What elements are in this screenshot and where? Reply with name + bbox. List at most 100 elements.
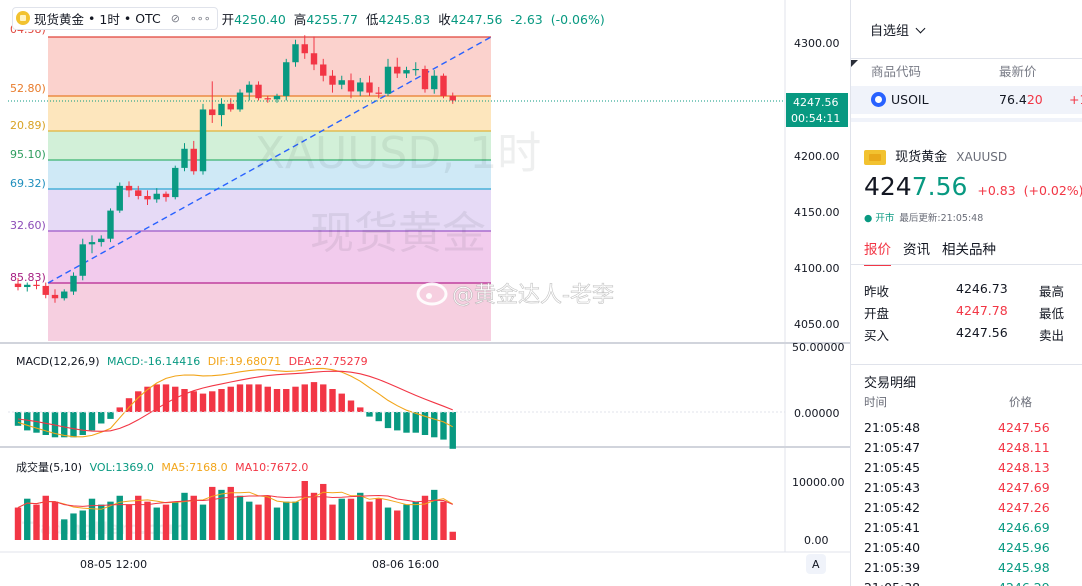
macd-bar bbox=[283, 389, 290, 412]
trade-row: 21:05:42 4247.26 bbox=[864, 500, 1082, 520]
macd-bar bbox=[449, 412, 456, 449]
detail-tabs: 报价 资讯 相关品种 bbox=[864, 238, 996, 266]
trade-time: 21:05:38 bbox=[864, 580, 920, 586]
trade-price: 4247.26 bbox=[998, 500, 1050, 515]
stat-label: 开盘 bbox=[864, 306, 890, 321]
volume-bar bbox=[61, 519, 68, 540]
symbol-pill[interactable]: 现货黄金 • 1时 • OTC ⊘ ∘∘∘ bbox=[12, 6, 218, 30]
macd-bar bbox=[329, 389, 336, 412]
volume-bar bbox=[70, 513, 77, 540]
trades-title: 交易明细 bbox=[864, 376, 917, 391]
dea-label: DEA: bbox=[288, 355, 316, 368]
macd-label: MACD: bbox=[107, 355, 144, 368]
trades-col-time: 时间 bbox=[864, 395, 887, 409]
volume-bar bbox=[135, 495, 142, 540]
macd-bar bbox=[412, 412, 419, 433]
macd-bar bbox=[190, 391, 197, 412]
trades-col-price: 价格 bbox=[1009, 395, 1032, 409]
chart-area[interactable]: 04.58) 52.80) 20.89) 95.10) 69.32) 32.60… bbox=[0, 0, 850, 586]
legend-sep: • bbox=[123, 10, 132, 26]
tab-related[interactable]: 相关品种 bbox=[942, 238, 996, 266]
detail-name[interactable]: 现货黄金 bbox=[895, 150, 947, 165]
col-price[interactable]: 最新价 bbox=[999, 61, 1037, 80]
macd-bar bbox=[162, 384, 170, 412]
auto-scale-label[interactable]: A bbox=[812, 558, 820, 571]
tab-quote[interactable]: 报价 bbox=[864, 238, 891, 266]
macd-bar bbox=[366, 412, 373, 417]
collapse-corner-icon[interactable] bbox=[851, 60, 858, 67]
candle bbox=[236, 89, 244, 112]
trade-row: 21:05:45 4248.13 bbox=[864, 460, 1082, 480]
macd-bar bbox=[88, 412, 96, 431]
detail-code: XAUUSD bbox=[956, 150, 1008, 164]
volume-bar bbox=[338, 498, 345, 540]
trade-price: 4247.69 bbox=[998, 480, 1050, 495]
low-label: 低 bbox=[366, 11, 379, 27]
macd-bar bbox=[320, 384, 327, 412]
candle bbox=[70, 272, 77, 295]
col-symbol[interactable]: 商品代码 bbox=[871, 61, 921, 80]
watch-change: +1 bbox=[1069, 92, 1082, 107]
market-status: ● 开市 最后更新:21:05:48 bbox=[864, 210, 983, 224]
candle bbox=[283, 58, 290, 101]
macd-bar bbox=[375, 412, 382, 422]
high-value: 4255.77 bbox=[306, 11, 359, 27]
watch-price-main: 76.4 bbox=[999, 92, 1027, 107]
more-options-icon[interactable]: ∘∘∘ bbox=[190, 12, 211, 25]
volume-bar bbox=[394, 510, 401, 540]
volume-legend: 成交量(5,10) VOL:1369.0 MA5:7168.0 MA10:767… bbox=[16, 459, 308, 475]
trades-list[interactable]: 21:05:48 4247.56 21:05:47 4248.11 21:05:45 42… bbox=[864, 420, 1082, 586]
volume-bar bbox=[310, 492, 318, 540]
chart-canvas[interactable]: 04.58) 52.80) 20.89) 95.10) 69.32) 32.60… bbox=[0, 0, 850, 586]
candle bbox=[116, 182, 123, 213]
macd-bar bbox=[98, 412, 105, 424]
candle bbox=[421, 65, 429, 93]
fib-label-5: 69.32) bbox=[10, 177, 46, 190]
trade-row: 21:05:38 4246.29 bbox=[864, 580, 1082, 586]
volume-title[interactable]: 成交量(5,10) bbox=[16, 461, 82, 474]
watermark-symbol: XAUUSD, 1时 bbox=[255, 128, 541, 179]
symbol-name[interactable]: 现货黄金 bbox=[34, 9, 84, 28]
trade-time: 21:05:39 bbox=[864, 560, 921, 575]
macd-bar bbox=[218, 389, 225, 412]
macd-bar bbox=[199, 393, 207, 412]
macd-title[interactable]: MACD(12,26,9) bbox=[16, 355, 100, 368]
macd-bar bbox=[292, 386, 299, 412]
ma10-value: 7672.0 bbox=[269, 461, 309, 474]
volume-bar bbox=[209, 486, 216, 540]
chevron-down-icon[interactable] bbox=[915, 23, 926, 34]
watchlist-columns: 商品代码 最新价 bbox=[851, 58, 1082, 80]
ma10-label: MA10: bbox=[235, 461, 270, 474]
change-value: -2.63 bbox=[510, 11, 543, 27]
volume-bar bbox=[79, 510, 86, 540]
volume-pane bbox=[14, 481, 456, 540]
volume-bar bbox=[292, 501, 299, 540]
watchlist-row-usoil[interactable]: USOIL 76.420 +1 bbox=[851, 86, 1082, 114]
symbol-detail: 现货黄金 XAUUSD 4247.56 +0.83 (+0.02%) ● 开市 … bbox=[851, 118, 1082, 343]
weibo-handle: @黄金达人-老李 bbox=[452, 283, 614, 308]
ma5-value: 7168.0 bbox=[189, 461, 228, 474]
trade-row: 21:05:40 4245.96 bbox=[864, 540, 1082, 560]
legend-sep: • bbox=[88, 10, 96, 26]
watchlist-selector[interactable]: 自选组 bbox=[870, 20, 926, 39]
macd-bar bbox=[107, 412, 114, 419]
macd-bar bbox=[347, 400, 355, 412]
oil-icon bbox=[871, 92, 886, 107]
volume-bar bbox=[153, 507, 160, 540]
volume-bar bbox=[88, 498, 96, 540]
watchlist-title[interactable]: 自选组 bbox=[870, 24, 909, 39]
trade-price: 4245.98 bbox=[998, 560, 1050, 575]
hide-icon[interactable]: ⊘ bbox=[171, 12, 180, 25]
interval-label[interactable]: 1时 bbox=[99, 9, 119, 28]
watch-price: 76.420 bbox=[999, 92, 1043, 107]
tab-news[interactable]: 资讯 bbox=[903, 238, 930, 266]
detail-price: 4247.56 +0.83 (+0.02%) bbox=[864, 172, 1082, 201]
watermark-name: 现货黄金 bbox=[310, 208, 486, 259]
macd-bar bbox=[61, 412, 68, 438]
trade-row: 21:05:48 4247.56 bbox=[864, 420, 1082, 440]
dif-value: 19.68071 bbox=[228, 355, 282, 368]
close-label: 收 bbox=[438, 11, 451, 27]
volume-axis-top: 10000.00 bbox=[792, 476, 845, 489]
macd-bar bbox=[144, 386, 151, 412]
stat-label: 买入 bbox=[864, 328, 890, 343]
